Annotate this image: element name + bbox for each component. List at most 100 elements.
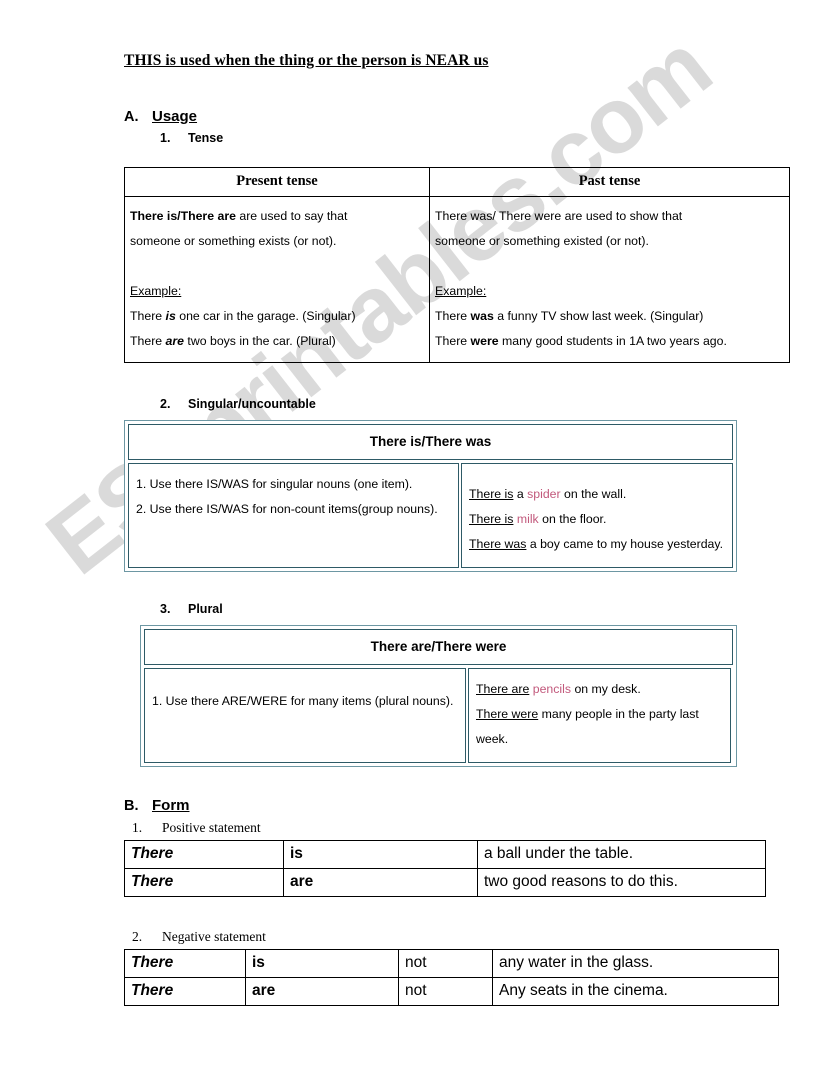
present-ex1-bold: is xyxy=(165,309,176,323)
singular-rule-2: 2. Use there IS/WAS for non-count items(… xyxy=(136,502,438,516)
table-row: There are two good reasons to do this. xyxy=(124,868,766,897)
pl-ex2-lead: There were xyxy=(476,707,539,721)
pos-row2-complement: two good reasons to do this. xyxy=(477,868,766,897)
plural-examples-cell: There are pencils on my desk. There were… xyxy=(468,668,731,763)
past-tense-cell: There was/ There were are used to show t… xyxy=(429,196,790,363)
subsection-a3-heading: 3. Plural xyxy=(160,602,788,616)
positive-statement-table: There is a ball under the table. There a… xyxy=(124,840,766,897)
neg-row2-complement: Any seats in the cinema. xyxy=(492,977,779,1006)
subsection-a2-heading: 2. Singular/uncountable xyxy=(160,397,788,411)
section-b-letter: B. xyxy=(124,798,139,814)
pos-row2-verb: are xyxy=(283,868,478,897)
plural-rule-1: 1. Use there ARE/WERE for many items (pl… xyxy=(152,694,454,708)
subsection-b2-heading: 2. Negative statement xyxy=(132,929,788,945)
present-ex2-pre: There xyxy=(130,334,166,348)
page-title: THIS is used when the thing or the perso… xyxy=(124,52,489,69)
subsection-b1-label: Positive statement xyxy=(162,820,261,835)
tense-comparison-table: Present tense Past tense There is/There … xyxy=(124,167,790,363)
sg-ex2-highlight: milk xyxy=(516,512,539,526)
neg-row2-subject: There xyxy=(124,977,246,1006)
sg-ex3-tail: a boy came to my house yesterday. xyxy=(526,537,724,551)
plural-example-2: There were many people in the party last… xyxy=(476,702,723,752)
section-a-title: Usage xyxy=(152,108,198,125)
subsection-a1-number: 1. xyxy=(160,131,171,145)
past-spacer xyxy=(435,254,784,279)
worksheet-page: ESLprintables.com THIS is used when the … xyxy=(0,0,838,1086)
singular-examples-cell: There is a spider on the wall. There is … xyxy=(461,463,733,568)
present-example-1: There is one car in the garage. (Singula… xyxy=(130,304,424,329)
subsection-b2-number: 2. xyxy=(132,929,143,944)
present-example-label: Example: xyxy=(130,284,182,298)
past-rule-line1: There was/ There were are used to show t… xyxy=(435,209,683,223)
subsection-a1-label: Tense xyxy=(188,131,224,145)
subsection-a3-label: Plural xyxy=(188,602,223,616)
past-ex2-pre: There xyxy=(435,334,471,348)
subsection-a2-number: 2. xyxy=(160,397,171,411)
section-b-heading: B. Form xyxy=(124,797,788,814)
past-ex1-bold: was xyxy=(470,309,494,323)
singular-box-header: There is/There was xyxy=(128,424,733,460)
section-a-letter: A. xyxy=(124,109,139,125)
singular-example-3: There was a boy came to my house yesterd… xyxy=(469,532,725,557)
sg-ex1-mid: a xyxy=(513,487,528,501)
present-rule-line1: There is/There are are used to say that xyxy=(130,204,424,229)
table-row: There are not Any seats in the cinema. xyxy=(124,977,779,1006)
present-ex2-post: two boys in the car. (Plural) xyxy=(184,334,336,348)
past-example-1: There was a funny TV show last week. (Si… xyxy=(435,304,784,329)
past-ex2-bold: were xyxy=(470,334,499,348)
table-row: There is a ball under the table. xyxy=(124,840,766,869)
neg-row2-negation: not xyxy=(398,977,493,1006)
singular-example-2: There is milk on the floor. xyxy=(469,507,725,532)
plural-box-header: There are/There were xyxy=(144,629,733,665)
pl-ex1-highlight: pencils xyxy=(532,682,572,696)
present-ex2-bold: are xyxy=(165,334,185,348)
sg-ex1-highlight: spider xyxy=(527,487,561,501)
neg-row1-verb: is xyxy=(245,949,399,978)
sg-ex3-lead: There was xyxy=(469,537,527,551)
header-present-tense: Present tense xyxy=(124,167,430,197)
singular-rules-cell: 1. Use there IS/WAS for singular nouns (… xyxy=(128,463,459,568)
neg-row1-complement: any water in the glass. xyxy=(492,949,779,978)
pos-row1-subject: There xyxy=(124,840,284,869)
document-content: THIS is used when the thing or the perso… xyxy=(0,0,790,1006)
subsection-b1-number: 1. xyxy=(132,820,143,835)
subsection-a3-number: 3. xyxy=(160,602,171,616)
table-row: There is/There are are used to say that … xyxy=(124,196,790,363)
section-a-heading: A. Usage xyxy=(124,108,788,125)
sg-ex2-lead: There is xyxy=(469,512,514,526)
section-b-title: Form xyxy=(152,797,190,814)
table-header-row: Present tense Past tense xyxy=(124,167,790,197)
past-ex1-post: a funny TV show last week. (Singular) xyxy=(493,309,704,323)
table-row: There is not any water in the glass. xyxy=(124,949,779,978)
singular-rule-1: 1. Use there IS/WAS for singular nouns (… xyxy=(136,477,413,491)
past-ex1-pre: There xyxy=(435,309,471,323)
plural-box-columns: 1. Use there ARE/WERE for many items (pl… xyxy=(144,668,733,763)
present-rule-line2: someone or something exists (or not). xyxy=(130,234,337,248)
past-ex2-post: many good students in 1A two years ago. xyxy=(498,334,727,348)
plural-example-1: There are pencils on my desk. xyxy=(476,677,723,702)
subsection-b1-heading: 1. Positive statement xyxy=(132,820,788,836)
pl-ex1-tail: on my desk. xyxy=(571,682,641,696)
header-past-tense: Past tense xyxy=(429,167,790,197)
present-ex1-pre: There xyxy=(130,309,166,323)
present-spacer xyxy=(130,254,424,279)
sg-ex1-lead: There is xyxy=(469,487,514,501)
present-ex1-post: one car in the garage. (Singular) xyxy=(175,309,356,323)
past-example-2: There were many good students in 1A two … xyxy=(435,329,784,354)
neg-row1-negation: not xyxy=(398,949,493,978)
singular-box-columns: 1. Use there IS/WAS for singular nouns (… xyxy=(128,463,733,568)
subsection-a2-label: Singular/uncountable xyxy=(188,397,316,411)
present-example-2: There are two boys in the car. (Plural) xyxy=(130,329,424,354)
past-rule-line2: someone or something existed (or not). xyxy=(435,234,649,248)
pos-row2-subject: There xyxy=(124,868,284,897)
present-tense-cell: There is/There are are used to say that … xyxy=(124,196,430,363)
subsection-a1-heading: 1. Tense xyxy=(160,131,788,145)
past-tense-body: There was/ There were are used to show t… xyxy=(430,197,789,362)
plural-rules-cell: 1. Use there ARE/WERE for many items (pl… xyxy=(144,668,466,763)
pl-ex1-lead: There are xyxy=(476,682,530,696)
pos-row1-complement: a ball under the table. xyxy=(477,840,766,869)
subsection-b2-label: Negative statement xyxy=(162,929,266,944)
past-example-label: Example: xyxy=(435,284,487,298)
page-title-wrap: THIS is used when the thing or the perso… xyxy=(124,52,788,108)
sg-ex2-tail: on the floor. xyxy=(538,512,607,526)
